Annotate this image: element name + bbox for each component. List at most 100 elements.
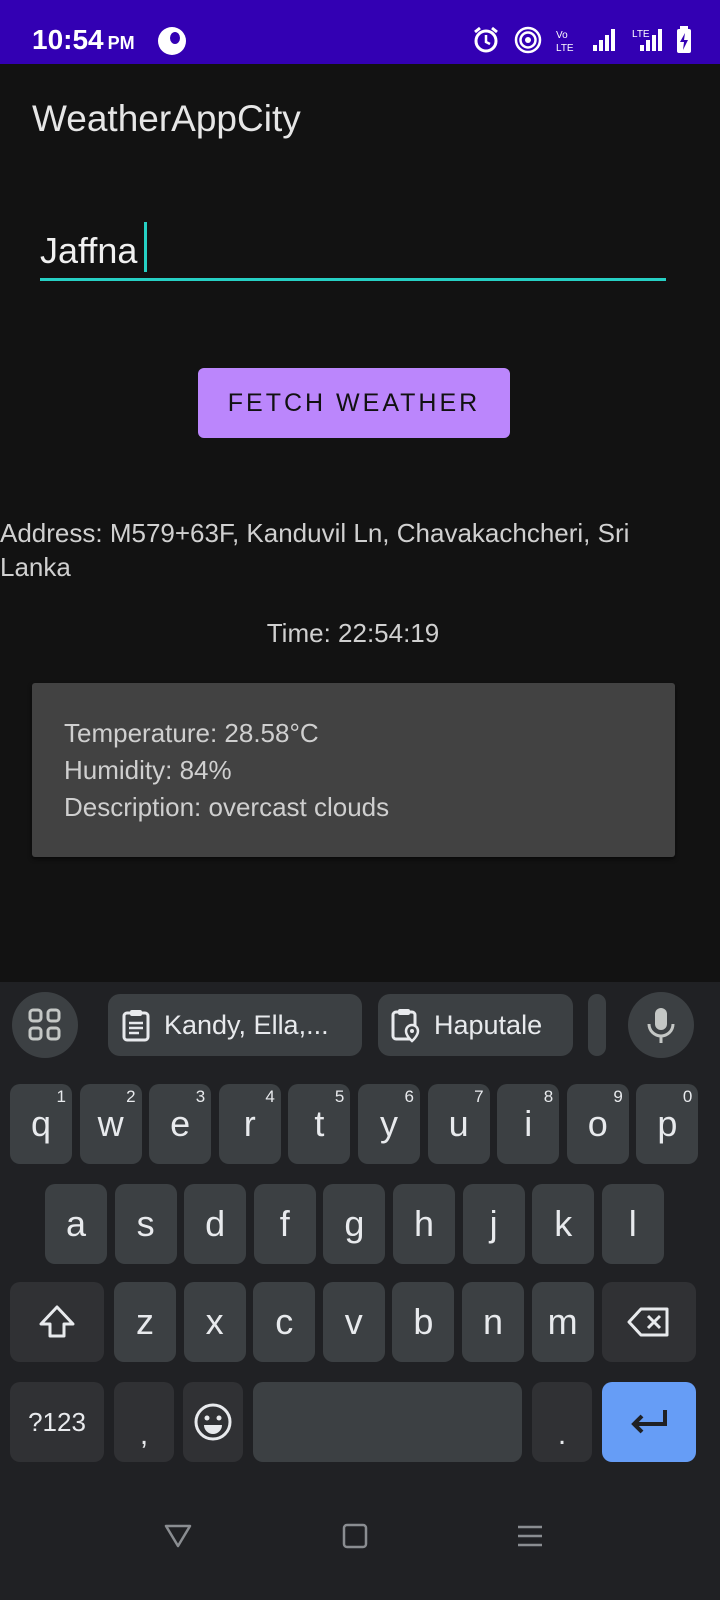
apps-grid-icon	[28, 1008, 61, 1041]
back-icon[interactable]	[164, 1522, 192, 1550]
key-letter: i	[524, 1103, 533, 1144]
key-f[interactable]: f	[253, 1184, 316, 1264]
enter-icon	[631, 1410, 667, 1434]
key-s[interactable]: s	[114, 1184, 177, 1264]
key-t[interactable]: t5	[288, 1084, 351, 1164]
key-v[interactable]: v	[322, 1282, 385, 1362]
alarm-icon	[474, 26, 498, 53]
backspace-key[interactable]	[602, 1282, 696, 1362]
home-icon[interactable]	[342, 1522, 368, 1550]
key-n[interactable]: n	[462, 1282, 524, 1362]
key-q[interactable]: q1	[10, 1084, 72, 1164]
key-letter: q	[30, 1103, 52, 1144]
emoji-key[interactable]	[183, 1382, 243, 1462]
key-b[interactable]: b	[392, 1282, 455, 1362]
key-m[interactable]: m	[531, 1282, 594, 1362]
svg-text:LTE: LTE	[632, 29, 650, 40]
fetch-weather-button[interactable]: FETCH WEATHER	[198, 368, 510, 438]
key-letter: e	[170, 1103, 191, 1144]
key-z[interactable]: z	[114, 1282, 176, 1362]
text-cursor	[144, 222, 147, 272]
description-text: Description: overcast clouds	[64, 792, 390, 822]
key-number-hint: 9	[613, 1087, 623, 1106]
key-letter: y	[380, 1103, 398, 1144]
key-y[interactable]: y6	[358, 1084, 420, 1164]
key-r[interactable]: r4	[218, 1084, 281, 1164]
key-number-hint: 0	[682, 1087, 693, 1106]
navigation-bar	[0, 1480, 720, 1600]
emoji-icon	[194, 1403, 232, 1441]
key-o[interactable]: o9	[566, 1084, 629, 1164]
key-g[interactable]: g	[323, 1184, 386, 1264]
key-number-hint: 8	[543, 1087, 554, 1106]
menu-icon[interactable]	[516, 1522, 544, 1550]
key-p[interactable]: p0	[636, 1084, 699, 1164]
key-e[interactable]: e3	[149, 1084, 212, 1164]
key-letter: u	[448, 1103, 469, 1144]
status-icons: Vo LTE LTE	[472, 24, 692, 56]
hotspot-icon	[514, 26, 542, 54]
enter-key[interactable]	[602, 1382, 696, 1462]
period-key[interactable]: .	[532, 1382, 592, 1462]
key-number-hint: 6	[404, 1087, 414, 1106]
status-ampm: PM	[107, 33, 135, 53]
key-number-hint: 2	[126, 1087, 136, 1106]
svg-text:LTE: LTE	[556, 43, 574, 53]
key-number-hint: 5	[334, 1087, 345, 1106]
clipboard-location-icon	[391, 1009, 420, 1043]
keyboard-toolbar: Kandy, Ella,... Haputale	[0, 982, 720, 1072]
status-bar: 10:54 PM Vo LTE LTE	[0, 0, 720, 64]
key-letter: r	[243, 1103, 256, 1144]
lte-signal-icon: LTE	[632, 29, 662, 51]
key-u[interactable]: u7	[427, 1084, 490, 1164]
status-time: 10:54 PM	[32, 24, 135, 56]
key-number-hint: 1	[56, 1087, 66, 1106]
comma-key[interactable]: ,	[114, 1382, 174, 1462]
key-letter: t	[314, 1103, 325, 1144]
symbols-key[interactable]: ?123	[10, 1382, 104, 1462]
volte-icon: Vo LTE	[556, 30, 574, 53]
key-number-hint: 4	[265, 1087, 275, 1106]
key-i[interactable]: i8	[497, 1084, 560, 1164]
microphone-icon	[647, 1008, 675, 1043]
suggestion-label: Haputale	[434, 1009, 543, 1040]
space-key[interactable]	[253, 1382, 522, 1462]
shift-icon	[39, 1305, 75, 1338]
weather-card: Temperature: 28.58°C Humidity: 84% Descr…	[32, 683, 675, 857]
clipboard-suggestion-3[interactable]	[588, 994, 606, 1056]
humidity-text: Humidity: 84%	[64, 755, 232, 785]
key-j[interactable]: j	[462, 1184, 525, 1264]
time-text: Time: 22:54:19	[266, 618, 440, 648]
key-d[interactable]: d	[184, 1184, 247, 1264]
clipboard-suggestion-1[interactable]: Kandy, Ella,...	[108, 994, 362, 1056]
city-input[interactable]	[40, 224, 666, 281]
status-time-value: 10:54	[32, 24, 104, 55]
voice-input-button[interactable]	[628, 992, 694, 1058]
key-x[interactable]: x	[183, 1282, 246, 1362]
battery-charging-icon	[677, 26, 691, 53]
suggestion-label: Kandy, Ella,...	[164, 1009, 329, 1040]
key-number-hint: 3	[195, 1087, 206, 1106]
signal-icon	[593, 29, 615, 51]
key-letter: p	[657, 1103, 678, 1144]
app-title: WeatherAppCity	[32, 98, 301, 139]
clipboard-suggestion-2[interactable]: Haputale	[378, 994, 573, 1056]
temperature-text: Temperature: 28.58°C	[64, 718, 319, 748]
key-l[interactable]: l	[601, 1184, 664, 1264]
key-number-hint: 7	[474, 1087, 484, 1106]
key-c[interactable]: c	[253, 1282, 316, 1362]
key-letter: o	[587, 1103, 608, 1144]
key-a[interactable]: a	[45, 1184, 107, 1264]
key-w[interactable]: w2	[79, 1084, 142, 1164]
clipboard-icon	[122, 1010, 150, 1042]
key-letter: w	[97, 1103, 124, 1144]
shift-key[interactable]	[10, 1282, 104, 1362]
key-h[interactable]: h	[393, 1184, 455, 1264]
apps-grid-button[interactable]	[12, 992, 78, 1058]
key-k[interactable]: k	[532, 1184, 595, 1264]
svg-text:Vo: Vo	[556, 30, 568, 41]
weather-details: Temperature: 28.58°C Humidity: 84% Descr…	[64, 715, 389, 826]
backspace-icon	[627, 1307, 669, 1337]
app-notification-icon	[158, 27, 186, 55]
address-text: Address: M579+63F, Kanduvil Ln, Chavakac…	[0, 518, 630, 582]
